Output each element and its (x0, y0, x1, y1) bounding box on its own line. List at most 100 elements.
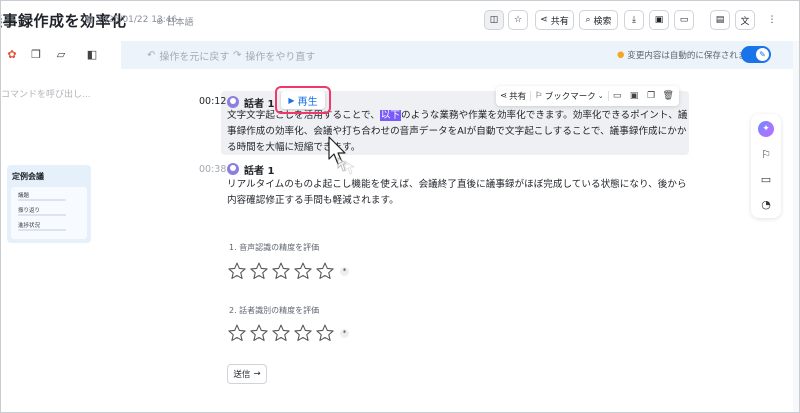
rating-star-icon[interactable] (271, 323, 291, 343)
required-mark: * (340, 328, 349, 338)
app-window: 議事録作成を効率化 ▦ 2025/01/22 13:46 ⊕ 日本語 ◫ ☆ ⋖… (0, 0, 800, 413)
selected-text: 以下 (379, 110, 402, 121)
rating-stars-1[interactable]: * (227, 261, 349, 281)
segment-text[interactable]: リアルタイムのものよ起こし機能を使えば、会議終了直後に議事録がほぼ完成している状… (227, 177, 689, 209)
search-icon: ⌕ (585, 15, 591, 25)
more-button[interactable]: ⋮ (762, 10, 782, 30)
rating-star-icon[interactable] (271, 261, 291, 281)
more-vertical-icon: ⋮ (767, 15, 777, 25)
share-icon: ⋖ (540, 15, 548, 25)
timestamp[interactable]: 00:38 (199, 164, 226, 175)
share-icon: ⋖ (500, 91, 508, 101)
bookmark-label: ブックマーク (544, 92, 596, 102)
undo-label: 操作を元に戻す (159, 52, 230, 63)
rating-star-icon[interactable] (227, 261, 247, 281)
play-button[interactable]: ▶ 再生 (281, 91, 325, 109)
edit-toolbar: ↶ 操作を元に戻す ↷ 操作をやり直す ● 変更内容は自動的に保存されます ✎ (121, 41, 793, 69)
cursor-icon (328, 136, 356, 175)
edit-mode-toggle[interactable]: ✎ (741, 46, 771, 63)
outline-line (18, 199, 66, 201)
rating-star-icon[interactable] (293, 261, 313, 281)
outline-line (18, 214, 66, 216)
document-language[interactable]: ⊕ 日本語 (156, 15, 194, 29)
outline-card[interactable]: 定例会議 議題 振り返り 進捗状況 (7, 165, 91, 243)
history-icon[interactable]: ◔ (758, 196, 774, 212)
star-icon: ☆ (513, 15, 523, 25)
outline-item: 振り返り (18, 208, 41, 214)
insert-image-button[interactable]: ▣ (649, 10, 669, 30)
speaker-name[interactable]: 話者 1 (244, 162, 274, 177)
survey-question-1: 1. 音声認識の精度を評価 (229, 243, 320, 252)
timestamp[interactable]: 00:12 (199, 96, 226, 107)
rating-star-icon[interactable] (249, 261, 269, 281)
language-text: 日本語 (166, 18, 194, 28)
comment-icon[interactable]: ▭ (758, 171, 774, 187)
chevron-down-icon: ⌄ (597, 92, 604, 100)
comment-icon[interactable]: ▱ (54, 48, 68, 62)
comment-icon[interactable]: ▭ (609, 91, 626, 101)
download-button[interactable]: ⤓ (624, 10, 644, 30)
command-placeholder[interactable]: コマンドを呼び出し... (1, 87, 91, 100)
scrollbar-track[interactable] (793, 41, 799, 412)
rating-star-icon[interactable] (315, 323, 335, 343)
ai-assistant-icon[interactable]: ✦ (758, 121, 774, 137)
right-tool-rail: ✦ ⚐ ▭ ◔ (751, 114, 781, 218)
selection-share-button[interactable]: ⋖ 共有 (496, 90, 530, 102)
header: 議事録作成を効率化 ▦ 2025/01/22 13:46 ⊕ 日本語 ◫ ☆ ⋖… (1, 1, 799, 41)
rating-stars-2[interactable]: * (227, 323, 349, 343)
rating-star-icon[interactable] (315, 261, 335, 281)
bookmark-icon: ⚐ (535, 91, 543, 101)
sidebar-toolbar: ✿ ❐ ▱ ◧ (1, 41, 121, 69)
rating-star-icon[interactable] (293, 323, 313, 343)
collapse-sidebar-icon[interactable]: ◧ (85, 48, 99, 62)
speaker-avatar-icon (227, 163, 239, 175)
layout-toggle-button[interactable]: ◫ (484, 10, 504, 30)
favorite-button[interactable]: ☆ (508, 10, 528, 30)
search-label: 検索 (593, 16, 612, 27)
autosave-text: 変更内容は自動的に保存されます (627, 51, 755, 61)
outline-line (18, 229, 66, 231)
download-icon: ⤓ (632, 15, 636, 25)
redo-label: 操作をやり直す (245, 52, 316, 63)
speaker-avatar-icon (227, 96, 239, 108)
bookmark-icon[interactable]: ⚐ (758, 146, 774, 162)
submit-label: 送信 (233, 370, 251, 380)
lightbulb-icon: ● (617, 50, 625, 60)
outline-item: 議題 (18, 193, 30, 199)
undo-icon: ↶ (147, 50, 156, 61)
outline-preview: 議題 振り返り 進捗状況 (11, 187, 87, 239)
redo-icon: ↷ (233, 50, 242, 61)
rating-star-icon[interactable] (227, 323, 247, 343)
selection-toolbar: ⋖ 共有 ⚐ ブックマーク ⌄ ▭ ▣ ❐ 🗑 (496, 86, 679, 106)
transcript-area: 00:12 話者 1 文字文字起こしを活用することで、以下のような業務や作業を効… (121, 69, 751, 412)
segment-text[interactable]: 文字文字起こしを活用することで、以下のような業務や作業を効率化できます。効率化で… (227, 108, 689, 156)
share-label: 共有 (550, 16, 569, 27)
pencil-icon: ✎ (756, 48, 769, 61)
rating-star-icon[interactable] (249, 323, 269, 343)
copy-icon[interactable]: ❐ (29, 48, 43, 62)
panel-icon: ◫ (489, 15, 499, 25)
save-icon: ▤ (715, 15, 725, 25)
folder-button[interactable]: ▭ (674, 10, 694, 30)
undo-button[interactable]: ↶ 操作を元に戻す (147, 48, 229, 63)
play-icon: ▶ (288, 95, 295, 105)
play-focus-ring: ▶ 再生 (275, 86, 331, 114)
required-mark: * (340, 266, 349, 276)
bookmark-button[interactable]: ⚐ ブックマーク ⌄ (531, 90, 608, 102)
share-label: 共有 (509, 92, 527, 102)
arrow-right-icon: → (253, 369, 261, 379)
calendar-icon: ▦ (85, 15, 94, 25)
autosave-notice: ● 変更内容は自動的に保存されます (617, 49, 755, 61)
submit-button[interactable]: 送信 → (227, 364, 267, 384)
survey-question-2: 2. 話者識別の精度を評価 (229, 306, 320, 315)
app-logo-icon: ✿ (7, 48, 17, 61)
copy-icon[interactable]: ❐ (643, 91, 660, 101)
delete-icon[interactable]: 🗑 (660, 91, 677, 101)
translate-button[interactable]: 文 (735, 10, 755, 30)
play-label: 再生 (297, 96, 318, 108)
image-icon[interactable]: ▣ (626, 91, 643, 101)
redo-button[interactable]: ↷ 操作をやり直す (233, 48, 315, 63)
search-button[interactable]: ⌕ 検索 (579, 10, 618, 30)
share-button[interactable]: ⋖ 共有 (535, 10, 574, 30)
save-button[interactable]: ▤ (710, 10, 730, 30)
